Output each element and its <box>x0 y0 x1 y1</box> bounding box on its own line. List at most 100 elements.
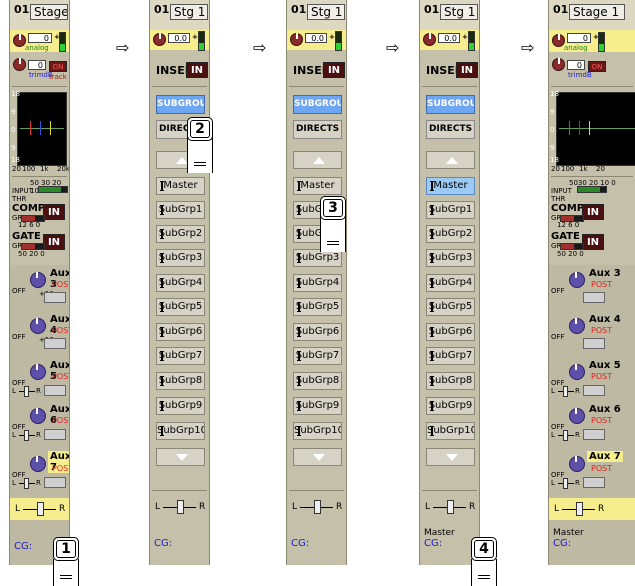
aux4-send-knob[interactable] <box>569 318 585 334</box>
aux6-pan-slider[interactable] <box>24 430 29 441</box>
channel-name-field[interactable]: Stg 1 <box>170 4 208 20</box>
comp-in-button[interactable]: IN <box>43 204 65 220</box>
routing-item-subgrp3[interactable]: SubGrp3 <box>426 249 475 267</box>
scroll-down-button[interactable] <box>156 448 205 466</box>
aux3-send-knob[interactable] <box>569 272 585 288</box>
scroll-down-button[interactable] <box>293 448 342 466</box>
gate-in-button[interactable]: IN <box>582 234 604 250</box>
aux6-send-knob[interactable] <box>30 408 46 424</box>
main-pan-slider[interactable] <box>177 500 184 514</box>
trim-knob[interactable] <box>552 58 565 71</box>
aux7-pan-slider[interactable] <box>563 478 568 489</box>
scroll-up-button[interactable] <box>293 151 342 169</box>
aux4-on-button[interactable] <box>583 338 605 349</box>
aux6-on-button[interactable] <box>583 429 605 440</box>
scroll-down-button[interactable] <box>426 448 475 466</box>
routing-item-subgrp1[interactable]: SubGrp1 <box>426 201 475 219</box>
insert-in-button[interactable]: IN <box>456 62 478 78</box>
channel-name-field[interactable]: Stage 1 <box>569 4 625 20</box>
routing-item-subgrp1[interactable]: SubGrp1 <box>156 201 205 219</box>
aux6-pan-slider[interactable] <box>563 430 568 441</box>
routing-item-subgrp6[interactable]: SubGrp6 <box>156 323 205 341</box>
aux7-pan-slider[interactable] <box>24 478 29 489</box>
routing-item-subgrp10[interactable]: SubGrp10 <box>156 422 205 440</box>
routing-item-subgrp10[interactable]: SubGrp10 <box>293 422 342 440</box>
insert-in-button[interactable]: IN <box>186 62 208 78</box>
routing-item-subgrp4[interactable]: SubGrp4 <box>156 274 205 292</box>
routing-item-subgrp8[interactable]: SubGrp8 <box>156 372 205 390</box>
directs-tab[interactable]: DIRECTS <box>293 120 342 139</box>
gain-value-field[interactable]: 0.0 <box>305 33 327 43</box>
routing-item-subgrp8[interactable]: SubGrp8 <box>293 372 342 390</box>
main-pan-slider[interactable] <box>447 500 454 514</box>
routing-item-subgrp5[interactable]: SubGrp5 <box>156 298 205 316</box>
aux3-on-button[interactable] <box>583 292 605 303</box>
routing-item-subgrp10[interactable]: SubGrp10 <box>426 422 475 440</box>
eq-band-marker[interactable] <box>569 121 570 135</box>
routing-item-subgrp2[interactable]: SubGrp2 <box>156 225 205 243</box>
gain-knob[interactable] <box>153 33 166 46</box>
channel-name-field[interactable]: Stage 1 <box>30 4 68 20</box>
comp-in-button[interactable]: IN <box>582 204 604 220</box>
trim-value-field[interactable]: 0 <box>28 60 46 70</box>
aux7-send-knob[interactable] <box>30 456 46 472</box>
aux5-on-button[interactable] <box>583 385 605 396</box>
routing-item-subgrp6[interactable]: SubGrp6 <box>293 323 342 341</box>
routing-item-subgrp4[interactable]: SubGrp4 <box>293 274 342 292</box>
trim-value-field[interactable]: 0 <box>567 60 585 70</box>
aux3-on-button[interactable] <box>44 292 66 303</box>
gain-value-field[interactable]: 0.0 <box>168 33 190 43</box>
gain-value-field[interactable]: 0 <box>567 33 591 43</box>
aux5-pan-slider[interactable] <box>563 386 568 397</box>
eq-band-marker[interactable] <box>50 121 51 135</box>
routing-item-subgrp9[interactable]: SubGrp9 <box>426 397 475 415</box>
eq-band-marker[interactable] <box>589 121 590 135</box>
eq-band-marker[interactable] <box>579 121 580 135</box>
gain-value-field[interactable]: 0.0 <box>438 33 460 43</box>
aux4-on-button[interactable] <box>44 338 66 349</box>
channel-name-field[interactable]: Stg 1 <box>440 4 478 20</box>
eq-display[interactable] <box>556 92 635 166</box>
routing-item-master[interactable]: Master <box>293 177 342 195</box>
aux5-send-knob[interactable] <box>30 364 46 380</box>
track-on-button[interactable]: ON <box>49 61 67 72</box>
trim-knob[interactable] <box>13 58 26 71</box>
main-pan-slider[interactable] <box>314 500 321 514</box>
subgroups-tab[interactable]: SUBGROUPS <box>156 95 205 114</box>
aux6-on-button[interactable] <box>44 429 66 440</box>
routing-item-master[interactable]: Master <box>156 177 205 195</box>
routing-item-subgrp7[interactable]: SubGrp7 <box>426 347 475 365</box>
directs-tab[interactable]: DIRECTS <box>426 120 475 139</box>
aux5-on-button[interactable] <box>44 385 66 396</box>
routing-item-subgrp9[interactable]: SubGrp9 <box>293 397 342 415</box>
main-pan-slider[interactable] <box>576 502 583 516</box>
routing-item-subgrp8[interactable]: SubGrp8 <box>426 372 475 390</box>
subgroups-tab[interactable]: SUBGROUPS <box>293 95 342 114</box>
subgroups-tab[interactable]: SUBGROUPS <box>426 95 475 114</box>
insert-in-button[interactable]: IN <box>323 62 345 78</box>
eq-band-marker[interactable] <box>40 121 41 135</box>
routing-item-subgrp7[interactable]: SubGrp7 <box>156 347 205 365</box>
channel-name-field[interactable]: Stg 1 <box>307 4 345 20</box>
aux7-send-knob[interactable] <box>569 456 585 472</box>
aux7-on-button[interactable] <box>583 477 605 488</box>
routing-item-subgrp9[interactable]: SubGrp9 <box>156 397 205 415</box>
aux6-send-knob[interactable] <box>569 408 585 424</box>
gain-knob[interactable] <box>423 33 436 46</box>
gain-knob[interactable] <box>290 33 303 46</box>
aux5-send-knob[interactable] <box>569 364 585 380</box>
routing-item-subgrp6[interactable]: SubGrp6 <box>426 323 475 341</box>
routing-item-subgrp4[interactable]: SubGrp4 <box>426 274 475 292</box>
gate-in-button[interactable]: IN <box>43 234 65 250</box>
eq-display[interactable] <box>17 92 67 166</box>
routing-item-subgrp3[interactable]: SubGrp3 <box>156 249 205 267</box>
routing-item-subgrp2[interactable]: SubGrp2 <box>426 225 475 243</box>
gain-value-field[interactable]: 0 <box>28 33 52 43</box>
eq-band-marker[interactable] <box>30 121 31 135</box>
aux4-send-knob[interactable] <box>30 318 46 334</box>
aux3-send-knob[interactable] <box>30 272 46 288</box>
aux7-on-button[interactable] <box>44 477 66 488</box>
routing-item-subgrp7[interactable]: SubGrp7 <box>293 347 342 365</box>
routing-item-master[interactable]: Master <box>426 177 475 195</box>
routing-item-subgrp5[interactable]: SubGrp5 <box>426 298 475 316</box>
